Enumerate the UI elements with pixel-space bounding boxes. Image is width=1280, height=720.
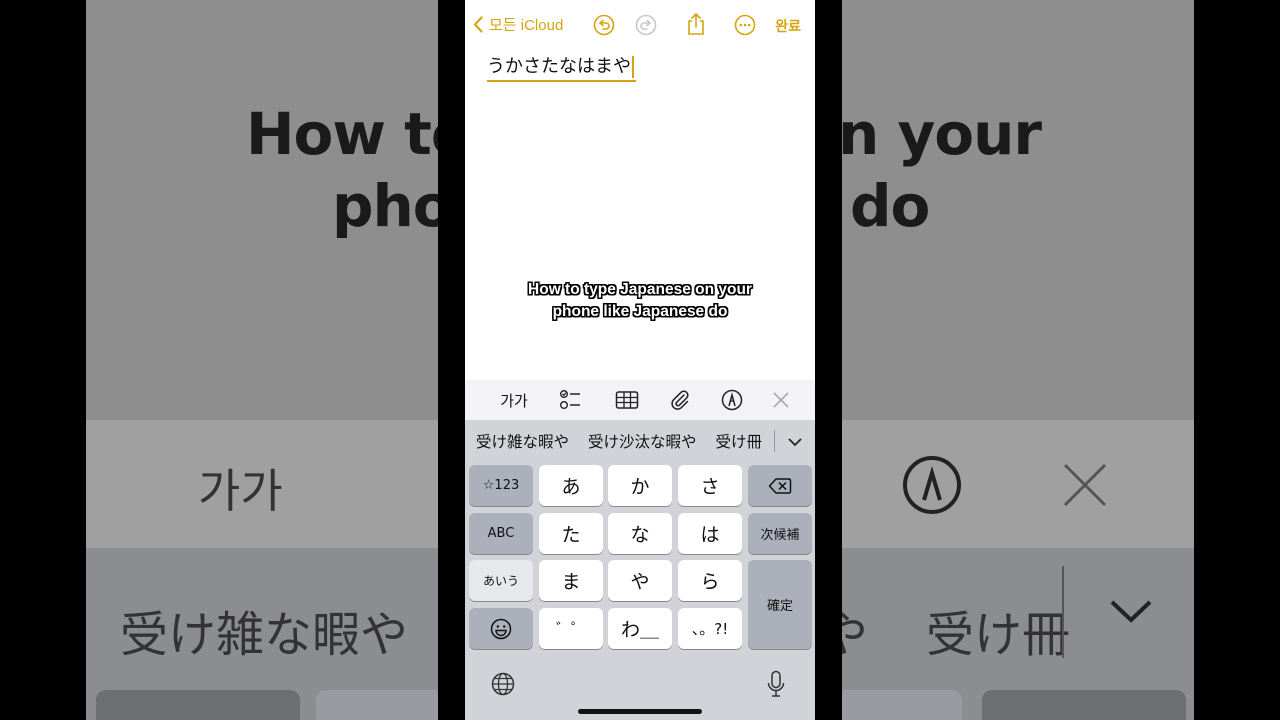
navigation-bar: 모든 iCloud 완료 <box>465 0 815 50</box>
home-indicator <box>578 709 702 714</box>
chevron-down-icon <box>788 438 802 447</box>
emoji-icon <box>490 618 512 639</box>
candidate-2[interactable]: 受け沙汰な暇や <box>588 430 697 452</box>
bg-format-label: 가가 <box>198 464 283 518</box>
key-ra[interactable]: ら <box>678 560 742 601</box>
key-ta[interactable]: た <box>539 513 603 554</box>
done-button[interactable]: 완료 <box>775 16 801 36</box>
key-ya[interactable]: や <box>608 560 672 601</box>
backspace-icon <box>768 477 792 494</box>
key-sa[interactable]: さ <box>678 465 742 506</box>
microphone-icon[interactable] <box>767 670 785 702</box>
expand-candidates-button[interactable] <box>783 430 807 454</box>
bg-title-line2-right: do <box>850 172 930 240</box>
back-button[interactable]: 모든 iCloud <box>473 14 563 35</box>
emoji-key[interactable] <box>469 608 533 649</box>
checklist-icon[interactable] <box>559 388 583 412</box>
candidate-separator <box>774 430 775 452</box>
bg-chevron-icon <box>1108 596 1154 630</box>
more-icon[interactable] <box>734 14 756 36</box>
key-ma[interactable]: ま <box>539 560 603 601</box>
next-candidate-key[interactable]: 次候補 <box>748 513 812 554</box>
key-a[interactable]: あ <box>539 465 603 506</box>
video-caption: How to type Japanese on your phone like … <box>465 279 815 323</box>
key-ka[interactable]: か <box>608 465 672 506</box>
undo-icon[interactable] <box>593 14 615 36</box>
caption-line2: phone like Japanese do <box>552 303 728 320</box>
abc-key[interactable]: ABC <box>469 513 533 554</box>
punctuation-key[interactable]: 、。?! <box>678 608 742 649</box>
globe-icon[interactable] <box>491 672 515 700</box>
candidate-3[interactable]: 受け冊 <box>716 430 763 452</box>
format-text-button[interactable]: 가가 <box>499 388 529 412</box>
share-icon[interactable] <box>685 12 707 35</box>
key-wa[interactable]: わ＿ <box>608 608 672 649</box>
numbers-key[interactable]: ☆123 <box>469 465 533 506</box>
note-text: うかさたなはまや <box>487 56 631 77</box>
attachment-icon[interactable] <box>669 388 691 412</box>
table-icon[interactable] <box>615 388 639 412</box>
bg-close-icon <box>1060 460 1110 514</box>
bg-title-line1-right: n your <box>842 100 1042 168</box>
notes-screen: 모든 iCloud 완료 うかさたなはまや How to type Japane… <box>465 0 815 720</box>
bg-title-line1: How to <box>246 100 438 168</box>
key-ha[interactable]: は <box>678 513 742 554</box>
caption-line1: How to type Japanese on your <box>528 281 752 298</box>
kana-mode-key[interactable]: あいう <box>469 560 533 601</box>
background-left: How to phon 가가 受け雑な暇や <box>86 0 438 720</box>
format-toolbar: 가가 <box>465 380 815 420</box>
background-right: n your do や 受け冊 <box>842 0 1194 720</box>
note-text-field[interactable]: うかさたなはまや <box>487 52 636 82</box>
close-icon[interactable] <box>771 388 791 412</box>
dakuten-key[interactable]: ゛゜ <box>539 608 603 649</box>
text-cursor <box>632 56 634 78</box>
confirm-key[interactable]: 確定 <box>748 560 812 649</box>
chevron-left-icon <box>473 16 483 33</box>
markup-pen-icon[interactable] <box>721 388 743 412</box>
candidate-1[interactable]: 受け雑な暇や <box>476 430 569 452</box>
bg-pen-icon <box>902 455 962 519</box>
delete-key[interactable] <box>748 465 812 506</box>
key-na[interactable]: な <box>608 513 672 554</box>
redo-icon[interactable] <box>635 14 657 36</box>
bg-title-line2: phon <box>332 172 438 240</box>
phone-frame: 모든 iCloud 완료 うかさたなはまや How to type Japane… <box>438 0 842 720</box>
candidate-bar: 受け雑な暇や 受け沙汰な暇や 受け冊 <box>465 420 815 462</box>
bg-candidates: 受け雑な暇や <box>120 607 409 663</box>
back-label: 모든 iCloud <box>489 17 564 34</box>
bg-cand-right-2: 受け冊 <box>926 607 1071 663</box>
japanese-kana-keyboard: 受け雑な暇や 受け沙汰な暇や 受け冊 ☆123 あ か さ ABC た な は … <box>465 420 815 720</box>
bg-cand-right-1: や <box>842 607 869 663</box>
